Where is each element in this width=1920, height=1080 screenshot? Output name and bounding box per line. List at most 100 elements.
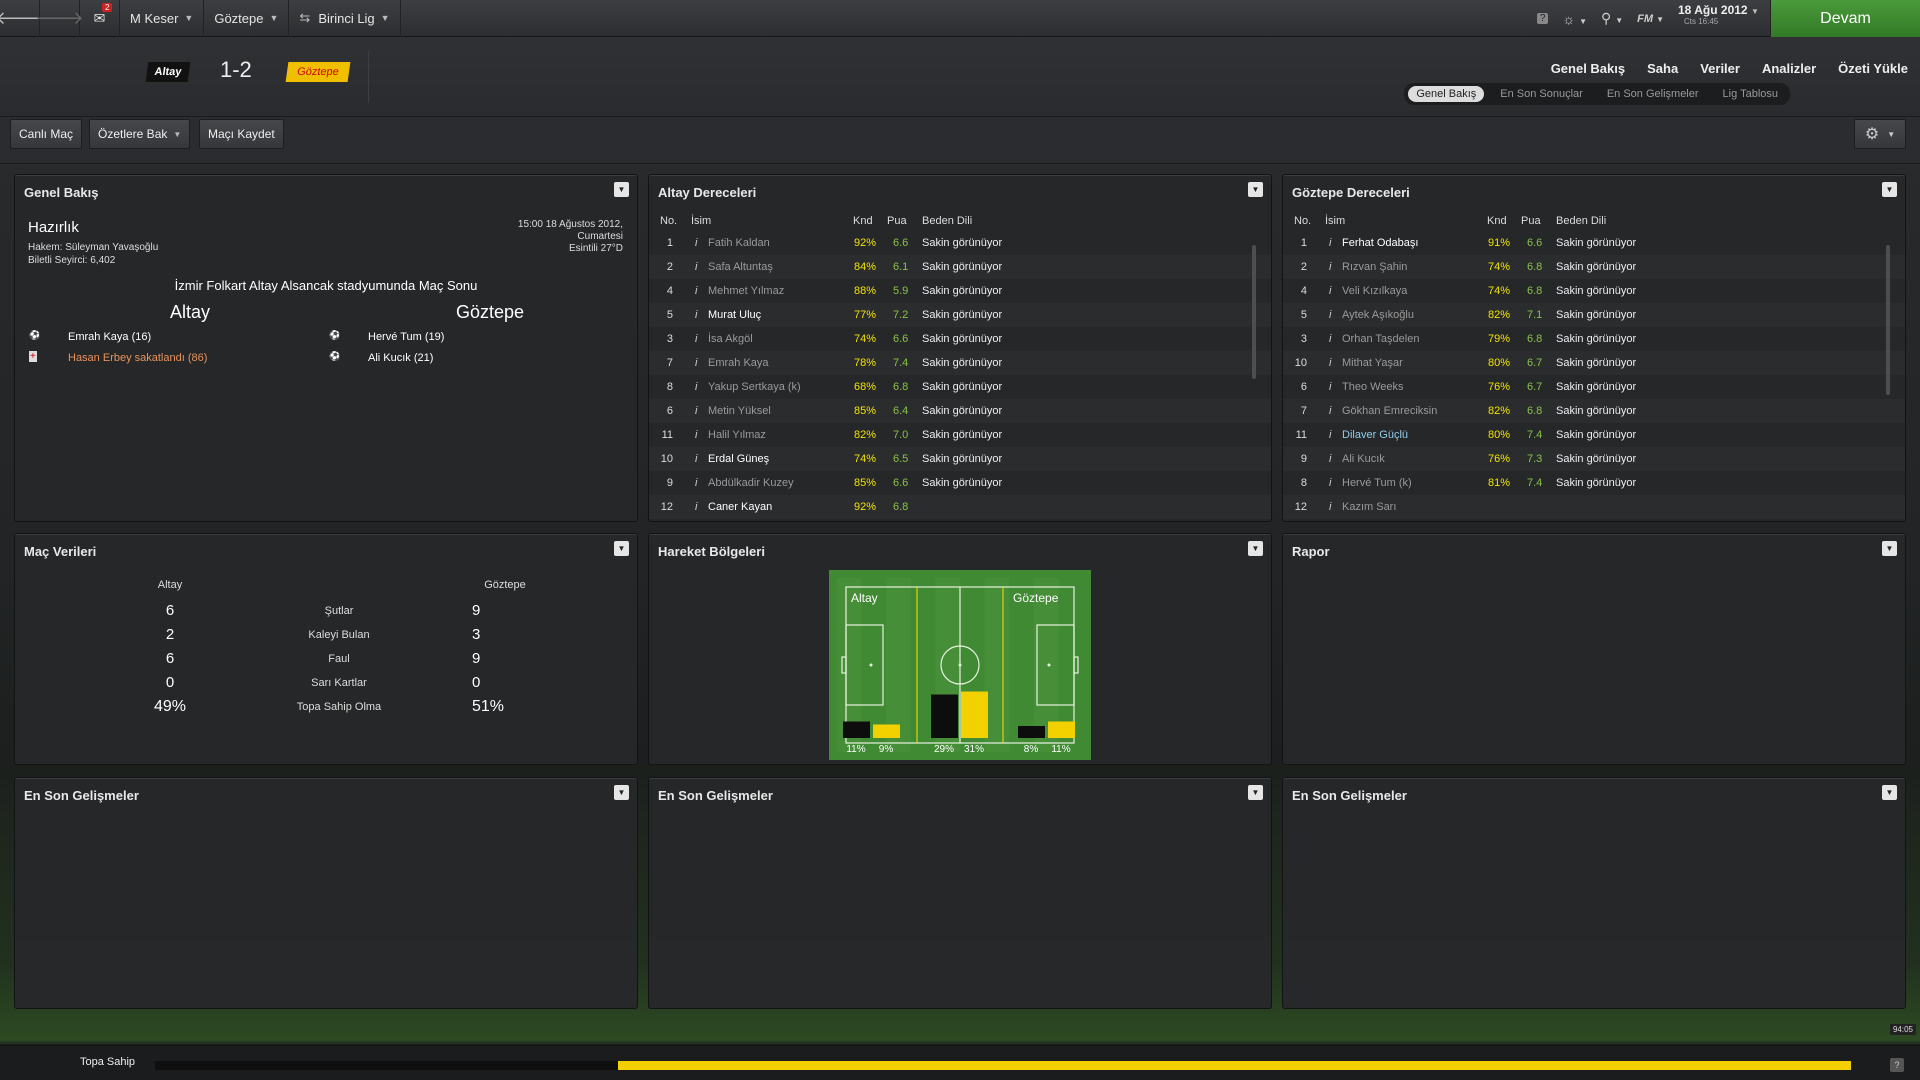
player-row[interactable]: 8 i Hervé Tum (k) 81% 7.4 Sakin görünüyor — [1283, 471, 1905, 495]
info-icon[interactable]: i — [695, 261, 697, 273]
player-row[interactable]: 5 i Aytek Aşıkoğlu 82% 7.1 Sakin görünüyor — [1283, 303, 1905, 327]
player-name[interactable]: Rızvan Şahin — [1342, 261, 1407, 273]
col-body-language[interactable]: Beden Dili — [1556, 215, 1606, 227]
panel-menu-button[interactable]: ▼ — [614, 541, 629, 556]
back-button[interactable]: 🡐 — [0, 0, 44, 37]
info-icon[interactable]: i — [695, 237, 697, 249]
panel-menu-button[interactable]: ▼ — [614, 785, 629, 800]
player-name[interactable]: Mithat Yaşar — [1342, 357, 1403, 369]
help-icon[interactable]: ? — [1536, 13, 1549, 24]
player-name[interactable]: Theo Weeks — [1342, 381, 1404, 393]
player-name[interactable]: Caner Kayan — [708, 501, 772, 513]
player-row[interactable]: 1 i Ferhat Odabaşı 91% 6.6 Sakin görünüyor — [1283, 231, 1905, 255]
scrollbar[interactable] — [1252, 245, 1256, 379]
player-row[interactable]: 7 i Emrah Kaya 78% 7.4 Sakin görünüyor — [649, 351, 1271, 375]
info-icon[interactable]: i — [1329, 429, 1331, 441]
info-icon[interactable]: i — [1329, 285, 1331, 297]
player-row[interactable]: 2 i Safa Altuntaş 84% 6.1 Sakin görünüyor — [649, 255, 1271, 279]
tab-data[interactable]: Veriler — [1700, 61, 1740, 76]
info-icon[interactable]: i — [695, 309, 697, 321]
info-icon[interactable]: i — [1329, 237, 1331, 249]
col-pua[interactable]: Pua — [1521, 215, 1541, 227]
player-row[interactable]: 4 i Mehmet Yılmaz 88% 5.9 Sakin görünüyor — [649, 279, 1271, 303]
player-row[interactable]: 12 i Caner Kayan 92% 6.8 — [649, 495, 1271, 519]
info-icon[interactable]: i — [1329, 381, 1331, 393]
save-match-button[interactable]: Maçı Kaydet — [199, 119, 284, 149]
panel-menu-button[interactable]: ▼ — [1882, 541, 1897, 556]
subtab-latest-news[interactable]: En Son Gelişmeler — [1599, 86, 1707, 102]
player-row[interactable]: 9 i Ali Kucık 76% 7.3 Sakin görünüyor — [1283, 447, 1905, 471]
fm-menu[interactable]: FM ▼ — [1637, 13, 1664, 25]
player-row[interactable]: 11 i Halil Yılmaz 82% 7.0 Sakin görünüyor — [649, 423, 1271, 447]
info-icon[interactable]: i — [1329, 357, 1331, 369]
live-match-button[interactable]: Canlı Maç — [10, 119, 83, 149]
highlights-button[interactable]: Özetlere Bak ▼ — [89, 119, 191, 149]
panel-menu-button[interactable]: ▼ — [1248, 541, 1263, 556]
player-row[interactable]: 5 i Murat Uluç 77% 7.2 Sakin görünüyor — [649, 303, 1271, 327]
inbox-button[interactable]: ✉ 2 — [80, 0, 120, 37]
panel-menu-button[interactable]: ▼ — [1882, 182, 1897, 197]
info-icon[interactable]: i — [1329, 501, 1331, 513]
player-name[interactable]: Erdal Güneş — [708, 453, 769, 465]
globe-icon[interactable]: ☼ ▼ — [1562, 11, 1587, 27]
player-name[interactable]: Veli Kızılkaya — [1342, 285, 1407, 297]
club-menu[interactable]: Göztepe ▼ — [204, 0, 290, 37]
player-name[interactable]: Mehmet Yılmaz — [708, 285, 784, 297]
player-name[interactable]: Ferhat Odabaşı — [1342, 237, 1418, 249]
player-row[interactable]: 1 i Fatih Kaldan 92% 6.6 Sakin görünüyor — [649, 231, 1271, 255]
player-row[interactable]: 6 i Metin Yüksel 85% 6.4 Sakin görünüyor — [649, 399, 1271, 423]
player-name[interactable]: Abdülkadir Kuzey — [708, 477, 794, 489]
subtab-overview[interactable]: Genel Bakış — [1408, 86, 1485, 102]
info-icon[interactable]: i — [1329, 405, 1331, 417]
date-display[interactable]: 18 Ağu 2012 ▼ Cts 16:45 — [1672, 3, 1768, 35]
league-menu[interactable]: ⇆ Birinci Lig ▼ — [289, 0, 401, 37]
info-icon[interactable]: i — [695, 501, 697, 513]
col-no[interactable]: No. — [660, 215, 677, 227]
player-row[interactable]: 12 i Kazım Sarı — [1283, 495, 1905, 519]
player-name[interactable]: Fatih Kaldan — [708, 237, 770, 249]
player-row[interactable]: 9 i Abdülkadir Kuzey 85% 6.6 Sakin görünüyor — [649, 471, 1271, 495]
player-row[interactable]: 8 i Yakup Sertkaya (k) 68% 6.8 Sakin görünüyo… — [649, 375, 1271, 399]
player-row[interactable]: 2 i Rızvan Şahin 74% 6.8 Sakin görünüyor — [1283, 255, 1905, 279]
player-name[interactable]: Aytek Aşıkoğlu — [1342, 309, 1414, 321]
player-row[interactable]: 6 i Theo Weeks 76% 6.7 Sakin görünüyor — [1283, 375, 1905, 399]
info-icon[interactable]: i — [695, 357, 697, 369]
tab-pitch[interactable]: Saha — [1647, 61, 1678, 76]
info-icon[interactable]: i — [1329, 477, 1331, 489]
player-name[interactable]: Hervé Tum (k) — [1342, 477, 1412, 489]
away-team-badge[interactable]: Göztepe — [285, 62, 351, 82]
help-icon[interactable]: ? — [1890, 1058, 1904, 1072]
player-row[interactable]: 10 i Mithat Yaşar 80% 6.7 Sakin görünüyor — [1283, 351, 1905, 375]
info-icon[interactable]: i — [1329, 261, 1331, 273]
player-name[interactable]: İsa Akgöl — [708, 333, 753, 345]
info-icon[interactable]: i — [1329, 309, 1331, 321]
player-row[interactable]: 11 i Dilaver Güçlü 80% 7.4 Sakin görünüyor — [1283, 423, 1905, 447]
settings-button[interactable]: ⚙ ▼ — [1854, 119, 1906, 149]
player-name[interactable]: Safa Altuntaş — [708, 261, 773, 273]
forward-button[interactable]: 🡒 — [35, 0, 84, 37]
col-name[interactable]: İsim — [1325, 215, 1345, 227]
col-body-language[interactable]: Beden Dili — [922, 215, 972, 227]
info-icon[interactable]: i — [695, 453, 697, 465]
player-row[interactable]: 10 i Erdal Güneş 74% 6.5 Sakin görünüyor — [649, 447, 1271, 471]
col-knd[interactable]: Knd — [1487, 215, 1507, 227]
player-row[interactable]: 7 i Gökhan Emreciksin 82% 6.8 Sakin görünüyor — [1283, 399, 1905, 423]
continue-button[interactable]: Devam — [1770, 0, 1920, 37]
panel-menu-button[interactable]: ▼ — [1248, 182, 1263, 197]
home-team-badge[interactable]: Altay — [145, 62, 191, 82]
subtab-league-table[interactable]: Lig Tablosu — [1715, 86, 1786, 102]
player-name[interactable]: Dilaver Güçlü — [1342, 429, 1408, 441]
info-icon[interactable]: i — [1329, 333, 1331, 345]
info-icon[interactable]: i — [695, 381, 697, 393]
tab-overview[interactable]: Genel Bakış — [1551, 61, 1625, 76]
player-name[interactable]: Orhan Taşdelen — [1342, 333, 1419, 345]
info-icon[interactable]: i — [695, 285, 697, 297]
manager-menu[interactable]: M Keser ▼ — [120, 0, 205, 37]
panel-menu-button[interactable]: ▼ — [614, 182, 629, 197]
col-knd[interactable]: Knd — [853, 215, 873, 227]
col-name[interactable]: İsim — [691, 215, 711, 227]
player-name[interactable]: Ali Kucık — [1342, 453, 1385, 465]
tab-analysis[interactable]: Analizler — [1762, 61, 1816, 76]
player-row[interactable]: 4 i Veli Kızılkaya 74% 6.8 Sakin görünüyor — [1283, 279, 1905, 303]
col-no[interactable]: No. — [1294, 215, 1311, 227]
